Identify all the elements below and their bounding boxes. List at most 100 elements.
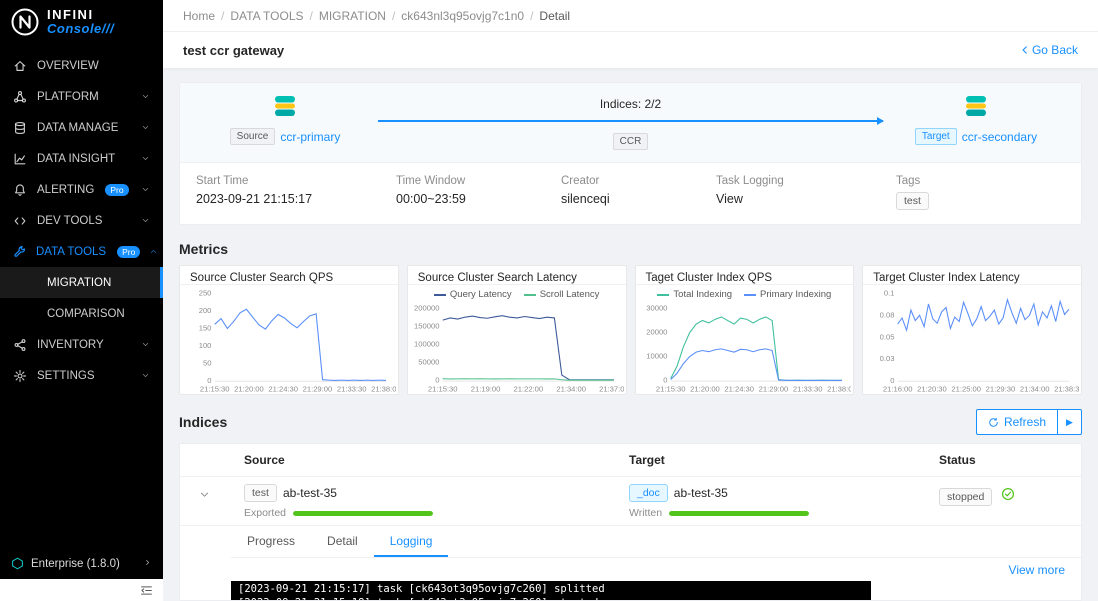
- sidebar-item-label: DATA MANAGE: [37, 121, 119, 134]
- svg-text:0: 0: [890, 376, 894, 385]
- sidebar-item-platform[interactable]: PLATFORM: [0, 81, 163, 112]
- breadcrumb-home[interactable]: Home: [183, 9, 215, 23]
- chevron-down-icon: [141, 340, 150, 349]
- svg-text:150000: 150000: [414, 322, 439, 331]
- svg-text:21:20:00: 21:20:00: [690, 385, 720, 394]
- collapse-menu-icon[interactable]: [140, 584, 153, 597]
- sidebar-item-inventory[interactable]: INVENTORY: [0, 329, 163, 360]
- metrics-row: Source Cluster Search QPS 0 50 100 150 200 25…: [179, 265, 1082, 395]
- wrench-icon: [13, 244, 27, 259]
- breadcrumb-migration[interactable]: MIGRATION: [319, 9, 386, 23]
- svg-text:150: 150: [199, 324, 212, 333]
- sidebar-item-comparison[interactable]: COMPARISON: [0, 298, 163, 329]
- svg-text:21:29:00: 21:29:00: [758, 385, 788, 394]
- svg-text:50: 50: [203, 359, 211, 368]
- check-circle-icon: [1001, 487, 1015, 506]
- svg-text:21:38:00: 21:38:00: [827, 385, 852, 394]
- source-cluster-link[interactable]: ccr-primary: [280, 130, 340, 144]
- home-icon: [13, 58, 28, 73]
- chart-title: Source Cluster Search QPS: [180, 266, 398, 286]
- sidebar-item-dev-tools[interactable]: DEV TOOLS: [0, 205, 163, 236]
- breadcrumb-data-tools[interactable]: DATA TOOLS: [230, 9, 303, 23]
- refresh-button-group: Refresh ▶: [975, 409, 1082, 435]
- replication-flow: Indices: 2/2 CCR: [350, 93, 911, 150]
- chart-title: Target Cluster Index Latency: [863, 266, 1081, 286]
- target-badge: Target: [914, 128, 957, 145]
- view-logging-link[interactable]: View: [716, 192, 896, 206]
- svg-text:21:15:30: 21:15:30: [655, 385, 685, 394]
- sidebar-item-data-insight[interactable]: DATA INSIGHT: [0, 143, 163, 174]
- shield-icon: [12, 557, 23, 570]
- chart-target-index-latency: Target Cluster Index Latency 0 0.03 0.05 0.…: [862, 265, 1082, 395]
- breadcrumb-separator: /: [309, 8, 313, 23]
- chart-title: Source Cluster Search Latency: [407, 266, 626, 286]
- refresh-button[interactable]: Refresh: [975, 409, 1058, 435]
- sidebar-item-label: COMPARISON: [47, 307, 125, 320]
- app-root: INFINI Console/// OVERVIEW PLATFORM DATA…: [0, 0, 1098, 601]
- svg-text:21:20:00: 21:20:00: [234, 385, 264, 394]
- breadcrumb: Home / DATA TOOLS / MIGRATION / ck643nl3…: [163, 0, 1098, 32]
- chevron-left-icon: [1022, 46, 1027, 54]
- go-back-button[interactable]: Go Back: [1020, 43, 1078, 57]
- row-expand-chevron-icon[interactable]: [199, 487, 210, 505]
- sidebar-item-label: DATA TOOLS: [36, 245, 107, 258]
- indices-header: Indices Refresh ▶: [179, 409, 1082, 435]
- svg-text:21:16:00: 21:16:00: [883, 385, 913, 394]
- log-line: [2023-09-21 21:15:17] task [ck643ot3q95o…: [238, 583, 605, 595]
- log-console[interactable]: [2023-09-21 21:15:17] task [ck643ot3q95o…: [231, 581, 871, 600]
- bell-icon: [13, 182, 28, 197]
- sidebar-item-data-tools[interactable]: DATA TOOLS Pro: [0, 236, 163, 267]
- view-more-link[interactable]: View more: [1009, 563, 1065, 577]
- target-cluster-link[interactable]: ccr-secondary: [962, 130, 1037, 144]
- chevron-down-icon: [141, 92, 150, 101]
- tab-detail[interactable]: Detail: [311, 526, 374, 557]
- svg-text:21:15:30: 21:15:30: [428, 385, 458, 394]
- row-target-cell: _doc ab-test-35 Written: [613, 484, 923, 519]
- svg-text:21:20:30: 21:20:30: [917, 385, 947, 394]
- sidebar-item-migration[interactable]: MIGRATION: [0, 267, 163, 298]
- status-badge: stopped: [939, 487, 993, 506]
- brand-logo[interactable]: INFINI Console///: [0, 0, 163, 44]
- enterprise-version[interactable]: Enterprise (1.8.0): [0, 548, 163, 579]
- target-cluster: Target ccr-secondary: [911, 93, 1041, 145]
- svg-text:21:34:00: 21:34:00: [1020, 385, 1050, 394]
- row-status-cell: stopped: [923, 484, 1081, 519]
- sidebar-item-settings[interactable]: SETTINGS: [0, 360, 163, 391]
- chart-title: Taget Cluster Index QPS: [635, 266, 854, 286]
- chart-source-search-latency: Source Cluster Search Latency Query Late…: [406, 265, 627, 395]
- chevron-right-icon: [143, 558, 152, 570]
- tab-progress[interactable]: Progress: [231, 526, 311, 557]
- sidebar-collapse-bar: [0, 579, 163, 601]
- row-source-cell: test ab-test-35 Exported: [228, 484, 613, 519]
- svg-text:21:22:00: 21:22:00: [513, 385, 543, 394]
- svg-text:0.03: 0.03: [880, 354, 895, 363]
- svg-text:50000: 50000: [418, 358, 439, 367]
- info-time-window: Time Window 00:00~23:59: [396, 175, 466, 206]
- chevron-down-icon: [141, 123, 150, 132]
- chart-legend: Query Latency Scroll Latency: [408, 285, 626, 300]
- chevron-down-icon: [141, 216, 150, 225]
- svg-text:250: 250: [199, 289, 212, 298]
- indices-table-card: Source Target Status test ab-test-35 Exp…: [179, 443, 1082, 601]
- svg-text:200: 200: [199, 306, 212, 315]
- breadcrumb-task-id[interactable]: ck643nl3q95ovjg7c1n0: [401, 9, 524, 23]
- sidebar-item-alerting[interactable]: ALERTING Pro: [0, 174, 163, 205]
- code-icon: [13, 213, 28, 228]
- sidebar-item-data-manage[interactable]: DATA MANAGE: [0, 112, 163, 143]
- run-caret-button[interactable]: ▶: [1058, 409, 1082, 435]
- sidebar-item-overview[interactable]: OVERVIEW: [0, 50, 163, 81]
- chevron-down-icon: [141, 371, 150, 380]
- indices-progress-label: Indices: 2/2: [599, 97, 662, 111]
- svg-text:21:29:00: 21:29:00: [303, 385, 333, 394]
- page-content: Source ccr-primary Indices: 2/2 CCR Targ…: [163, 68, 1098, 601]
- replication-diagram: Source ccr-primary Indices: 2/2 CCR Targ…: [180, 83, 1081, 162]
- chart-plot: 0 10000 20000 30000 21:15:30 21:20:00 21:24:30…: [636, 300, 854, 394]
- chevron-up-icon: [149, 247, 158, 256]
- indices-section-title: Indices: [179, 414, 228, 430]
- sidebar-item-label: INVENTORY: [37, 338, 104, 351]
- svg-text:21:25:00: 21:25:00: [952, 385, 982, 394]
- sidebar-item-label: SETTINGS: [37, 369, 95, 382]
- tab-logging[interactable]: Logging: [373, 526, 449, 557]
- row-detail-panel: Progress Detail Logging View more [2023-…: [180, 526, 1081, 600]
- pro-badge: Pro: [105, 183, 129, 196]
